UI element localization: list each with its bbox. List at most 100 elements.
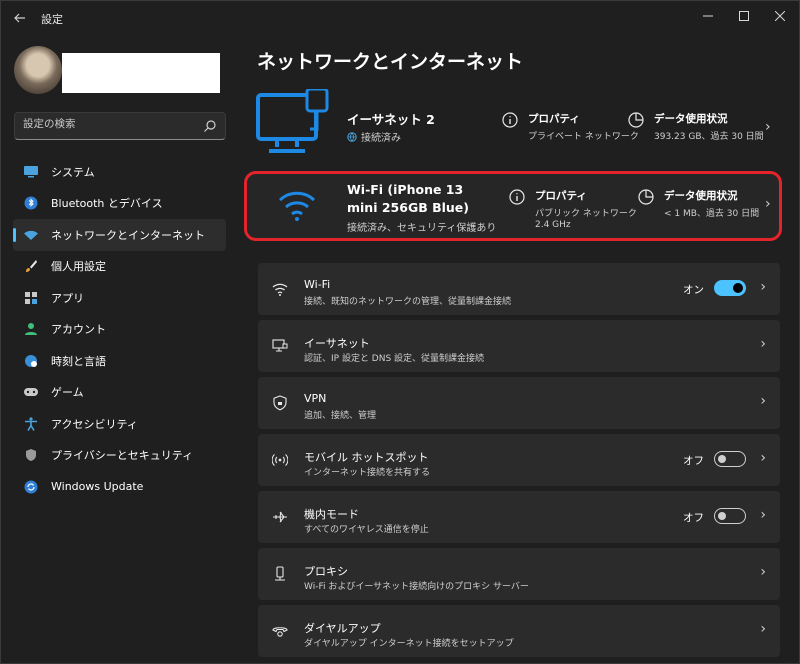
ethernet-usage-title: データ使用状況 <box>654 113 728 125</box>
accessibility-icon <box>23 416 39 432</box>
row-subtitle: すべてのワイヤレス通信を停止 <box>304 525 429 535</box>
dialup-icon <box>272 627 288 637</box>
sidebar-item-windows-update[interactable]: Windows Update <box>13 471 226 503</box>
chevron-right-icon[interactable]: › <box>765 196 771 212</box>
shield-icon <box>23 447 39 463</box>
ethernet-summary-card: イーサネット 2 接続済み プロパティ プライベート ネットワーク データ使用状… <box>255 89 781 165</box>
sidebar-item-network[interactable]: ネットワークとインターネット <box>13 219 226 251</box>
chevron-right-icon: › <box>760 507 766 523</box>
row-title: イーサネット <box>304 337 370 350</box>
ethernet-data-usage-link[interactable]: データ使用状況 393.23 GB、過去 30 日間 <box>628 111 764 142</box>
row-title: ダイヤルアップ <box>304 622 381 635</box>
wifi-properties-sub1: パブリック ネットワーク <box>535 209 637 219</box>
sidebar-item-accounts[interactable]: アカウント <box>13 314 226 346</box>
wifi-data-usage-link[interactable]: データ使用状況 < 1 MB、過去 30 日間 <box>638 188 759 219</box>
close-icon <box>775 11 785 21</box>
page-title: ネットワークとインターネット <box>257 51 524 73</box>
sidebar-item-personalization[interactable]: 個人用設定 <box>13 251 226 283</box>
settings-row-mobile-hotspot[interactable]: モバイル ホットスポット インターネット接続を共有する オフ › <box>258 434 780 486</box>
network-icon <box>23 227 39 243</box>
row-title: プロキシ <box>304 565 348 578</box>
wifi-usage-title: データ使用状況 <box>664 190 738 202</box>
airplane-icon <box>273 511 287 523</box>
maximize-icon <box>739 11 749 21</box>
sidebar-item-apps[interactable]: アプリ <box>13 282 226 314</box>
sidebar-item-time-language[interactable]: 時刻と言語 <box>13 345 226 377</box>
window-title: 設定 <box>41 13 63 26</box>
user-name-redacted <box>62 53 220 93</box>
wifi-signal-icon <box>278 191 316 221</box>
proxy-icon <box>275 566 285 581</box>
sidebar-item-bluetooth[interactable]: Bluetooth とデバイス <box>13 188 226 220</box>
ethernet-status: 接続済み <box>347 129 401 144</box>
account-icon <box>23 321 39 337</box>
settings-row-airplane-mode[interactable]: 機内モード すべてのワイヤレス通信を停止 オフ › <box>258 491 780 543</box>
sidebar-item-gaming[interactable]: ゲーム <box>13 377 226 409</box>
globe-clock-icon <box>23 353 39 369</box>
wifi-toggle-label: オン <box>683 284 704 296</box>
row-subtitle: 接続、既知のネットワークの管理、従量制課金接続 <box>304 297 512 307</box>
minimize-icon <box>703 15 713 17</box>
row-title: モバイル ホットスポット <box>304 451 429 464</box>
row-title: Wi-Fi <box>304 278 331 291</box>
ethernet-status-text: 接続済み <box>361 133 401 144</box>
chevron-right-icon: › <box>760 621 766 637</box>
row-title: VPN <box>304 392 327 405</box>
row-subtitle: ダイヤルアップ インターネット接続をセットアップ <box>304 639 514 649</box>
pie-chart-icon <box>628 112 644 128</box>
settings-row-vpn[interactable]: VPN 追加、接続、管理 › <box>258 377 780 429</box>
sidebar-item-privacy[interactable]: プライバシーとセキュリティ <box>13 440 226 472</box>
hotspot-toggle[interactable] <box>714 451 746 467</box>
sidebar-nav: システム Bluetooth とデバイス ネットワークとインターネット 個人用設… <box>13 156 226 503</box>
avatar[interactable] <box>14 46 62 94</box>
ethernet-icon <box>272 339 288 352</box>
hotspot-icon <box>272 454 288 466</box>
wifi-properties-sub2: 2.4 GHz <box>535 220 571 230</box>
settings-row-ethernet[interactable]: イーサネット 認証、IP 設定と DNS 設定、従量制課金接続 › <box>258 320 780 372</box>
wifi-network-name: Wi-Fi (iPhone 13 mini 256GB Blue) <box>347 182 469 215</box>
update-icon <box>23 479 39 495</box>
ethernet-usage-sub: 393.23 GB、過去 30 日間 <box>654 132 764 142</box>
airplane-toggle-label: オフ <box>683 512 704 524</box>
settings-row-dialup[interactable]: ダイヤルアップ ダイヤルアップ インターネット接続をセットアップ › <box>258 605 780 657</box>
chevron-right-icon: › <box>760 564 766 580</box>
pie-chart-icon <box>638 189 654 205</box>
wifi-properties-link[interactable]: プロパティ パブリック ネットワーク 2.4 GHz <box>509 188 637 230</box>
row-subtitle: 追加、接続、管理 <box>304 411 377 421</box>
bluetooth-icon <box>23 195 39 211</box>
wifi-icon <box>272 283 288 296</box>
brush-icon <box>23 258 39 274</box>
search-input[interactable] <box>23 118 203 130</box>
search-icon[interactable] <box>203 119 217 133</box>
wifi-properties-title: プロパティ <box>535 190 587 202</box>
settings-window: 設定 システム Bluetooth とデバイス ネットワークとインターネット <box>0 0 800 664</box>
ethernet-properties-link[interactable]: プロパティ プライベート ネットワーク <box>502 111 639 142</box>
search-box[interactable] <box>14 112 226 140</box>
close-button[interactable] <box>757 1 800 31</box>
wifi-toggle[interactable] <box>714 280 746 296</box>
info-icon <box>509 189 525 205</box>
chevron-right-icon[interactable]: › <box>765 119 771 135</box>
gamepad-icon <box>23 384 39 400</box>
chevron-right-icon: › <box>760 279 766 295</box>
ethernet-name: イーサネット 2 <box>347 112 435 127</box>
row-subtitle: Wi-Fi およびイーサネット接続向けのプロキシ サーバー <box>304 582 529 592</box>
chevron-right-icon: › <box>760 393 766 409</box>
hotspot-toggle-label: オフ <box>683 455 704 467</box>
sidebar-item-accessibility[interactable]: アクセシビリティ <box>13 408 226 440</box>
back-button[interactable] <box>9 7 31 29</box>
wifi-status: 接続済み、セキュリティ保護あり <box>347 223 497 234</box>
airplane-toggle[interactable] <box>714 508 746 524</box>
ethernet-monitor-icon <box>256 89 329 153</box>
monitor-icon <box>23 164 39 180</box>
chevron-right-icon: › <box>760 450 766 466</box>
row-subtitle: 認証、IP 設定と DNS 設定、従量制課金接続 <box>304 354 485 364</box>
info-icon <box>502 112 518 128</box>
sidebar-item-system[interactable]: システム <box>13 156 226 188</box>
row-title: 機内モード <box>304 508 359 521</box>
settings-row-wifi[interactable]: Wi-Fi 接続、既知のネットワークの管理、従量制課金接続 オン › <box>258 263 780 315</box>
row-subtitle: インターネット接続を共有する <box>304 468 431 478</box>
ethernet-properties-title: プロパティ <box>528 113 580 125</box>
wifi-summary-card: Wi-Fi (iPhone 13 mini 256GB Blue) 接続済み、セ… <box>244 171 782 241</box>
settings-row-proxy[interactable]: プロキシ Wi-Fi およびイーサネット接続向けのプロキシ サーバー › <box>258 548 780 600</box>
